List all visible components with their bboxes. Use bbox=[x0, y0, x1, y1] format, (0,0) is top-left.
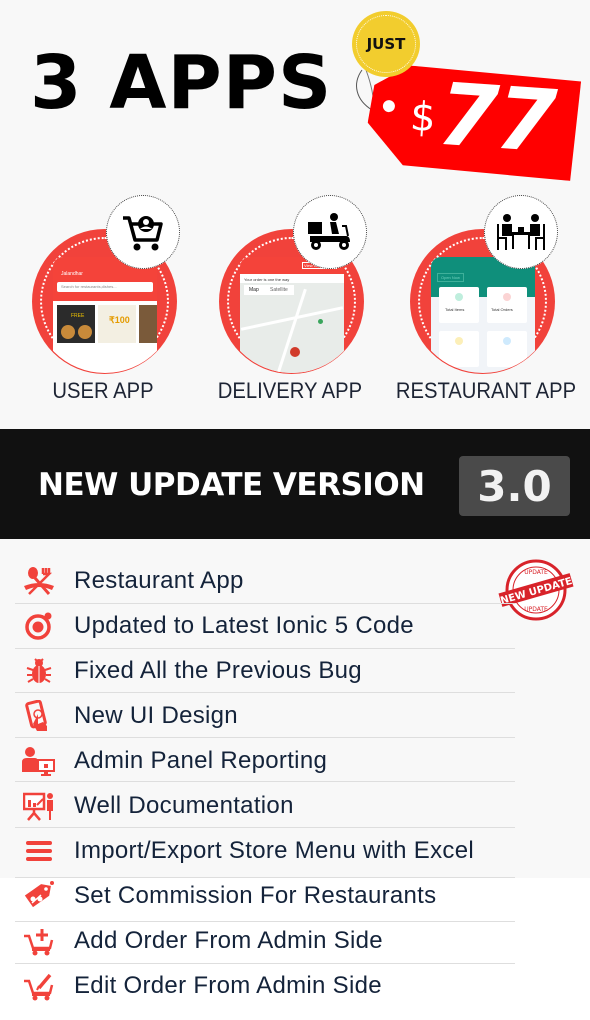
touch-phone-icon bbox=[19, 700, 59, 731]
feature-label: Well Documentation bbox=[74, 792, 294, 819]
feature-item: Add Order From Admin Side bbox=[15, 919, 515, 963]
cart-edit-icon bbox=[19, 971, 59, 1001]
feature-item: Admin Panel Reporting bbox=[15, 739, 515, 783]
percent-tag-icon bbox=[19, 881, 59, 911]
feature-label: Add Order From Admin Side bbox=[74, 927, 383, 954]
feature-item: Import/Export Store Menu with Excel bbox=[15, 829, 515, 873]
search-placeholder: Search for restaurants,dishes... bbox=[61, 284, 117, 289]
feature-label: New UI Design bbox=[74, 702, 238, 729]
feature-label: Import/Export Store Menu with Excel bbox=[74, 837, 474, 864]
price-value: 77 bbox=[434, 64, 558, 173]
ionic-logo-icon bbox=[19, 611, 59, 641]
feature-label: Set Commission For Restaurants bbox=[74, 882, 437, 909]
menu-lines-icon bbox=[19, 836, 59, 866]
feature-item: Restaurant App bbox=[15, 559, 515, 603]
feature-item: Edit Order From Admin Side bbox=[15, 964, 515, 1008]
feature-label: Admin Panel Reporting bbox=[74, 747, 328, 774]
just-badge-text: JUST bbox=[366, 35, 406, 53]
app-label-user: USER APP bbox=[52, 378, 154, 403]
feature-item: New UI Design bbox=[15, 694, 515, 738]
presentation-icon bbox=[19, 791, 59, 821]
svg-text:UPDATE: UPDATE bbox=[524, 606, 548, 613]
location-text: Jalandhar bbox=[61, 271, 83, 277]
feature-item: Well Documentation bbox=[15, 784, 515, 828]
feature-item: Set Commission For Restaurants bbox=[15, 874, 515, 918]
app-label-restaurant: RESTAURANT APP bbox=[395, 378, 577, 403]
hero-section: 3 APPS $ 77 JUST Jalandhar Search for re… bbox=[0, 0, 590, 418]
admin-monitor-icon bbox=[19, 746, 59, 776]
version-badge: 3.0 bbox=[459, 456, 570, 516]
restaurant-cutlery-icon bbox=[19, 566, 59, 596]
tag-string bbox=[356, 69, 375, 111]
delivery-scooter-icon bbox=[293, 195, 367, 269]
version-number: 3.0 bbox=[477, 461, 552, 511]
feature-item: Fixed All the Previous Bug bbox=[15, 649, 515, 693]
feature-label: Edit Order From Admin Side bbox=[74, 972, 382, 999]
price-currency: $ bbox=[408, 93, 438, 142]
update-banner: NEW UPDATE VERSION 3.0 bbox=[0, 429, 590, 539]
bug-icon bbox=[19, 656, 59, 686]
banner-text: NEW UPDATE VERSION bbox=[38, 467, 425, 503]
phone-screenshot: View Order Detail Your order is one the … bbox=[240, 257, 344, 373]
app-label-delivery: DELIVERY APP bbox=[217, 378, 363, 403]
feature-label: Fixed All the Previous Bug bbox=[74, 657, 362, 684]
shopping-cart-user-icon bbox=[106, 195, 180, 269]
just-badge: JUST bbox=[352, 11, 420, 77]
svg-text:UPDATE: UPDATE bbox=[524, 569, 548, 576]
phone-screenshot: Jalandhar Search for restaurants,dishes.… bbox=[53, 257, 157, 373]
cart-add-icon bbox=[19, 926, 59, 956]
restaurant-dining-icon bbox=[484, 195, 558, 269]
headline: 3 APPS bbox=[30, 40, 333, 126]
phone-screenshot: Open Now Total Items Total Orders bbox=[431, 257, 535, 373]
feature-item: Updated to Latest Ionic 5 Code bbox=[15, 604, 515, 648]
feature-label: Restaurant App bbox=[74, 567, 244, 594]
price-tag: $ 77 bbox=[365, 63, 582, 181]
feature-label: Updated to Latest Ionic 5 Code bbox=[74, 612, 414, 639]
